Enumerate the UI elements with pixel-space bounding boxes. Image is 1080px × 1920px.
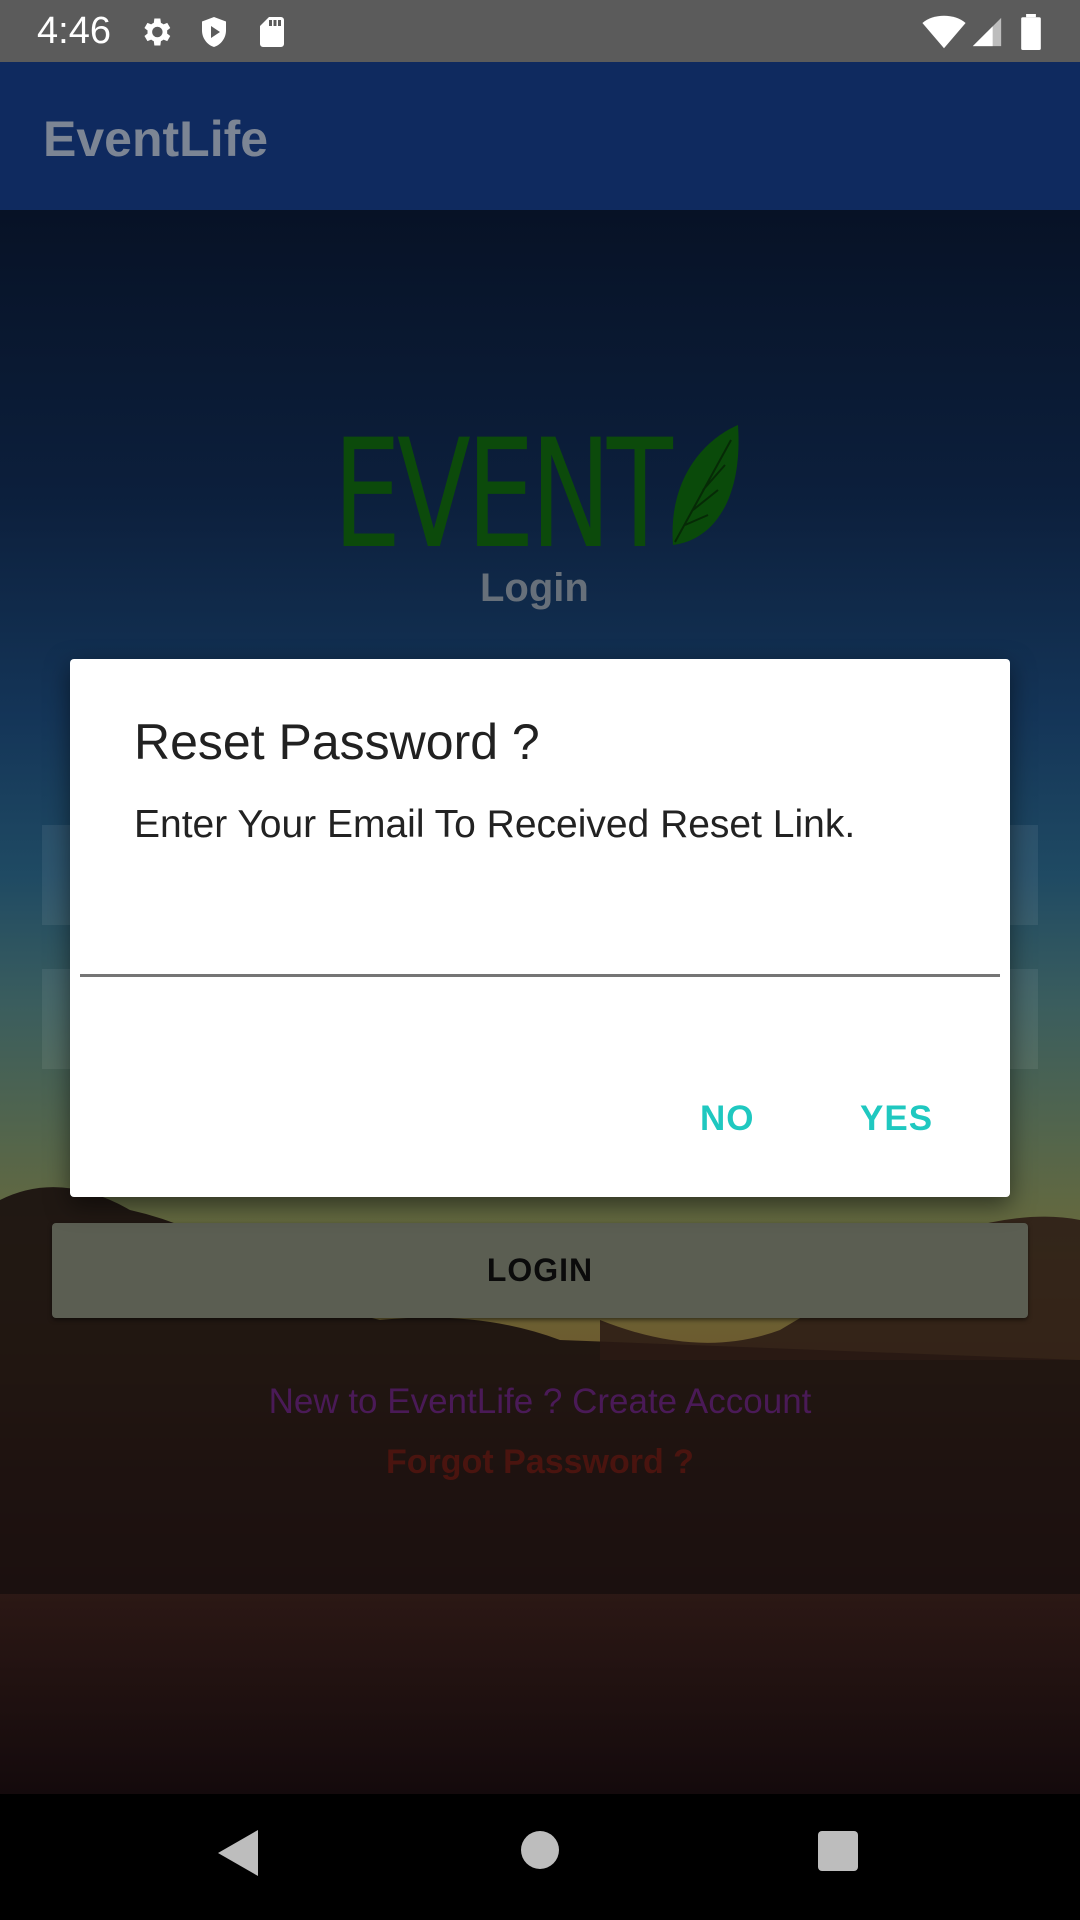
sd-card-icon: [254, 14, 290, 50]
gear-icon: [138, 14, 174, 50]
yes-button[interactable]: YES: [860, 1099, 933, 1139]
login-button[interactable]: LOGIN: [52, 1223, 1028, 1318]
status-bar: 4:46: [0, 0, 1080, 62]
create-account-link[interactable]: New to EventLife ? Create Account: [0, 1382, 1080, 1422]
reset-password-dialog: Reset Password ? Enter Your Email To Rec…: [70, 659, 1010, 1197]
dialog-message: Enter Your Email To Received Reset Link.: [134, 803, 856, 846]
recents-icon[interactable]: [818, 1831, 858, 1871]
home-icon[interactable]: [521, 1831, 559, 1869]
wifi-icon: [922, 14, 966, 50]
status-time: 4:46: [37, 10, 111, 52]
login-heading: Login: [480, 566, 589, 610]
forgot-password-link[interactable]: Forgot Password ?: [0, 1443, 1080, 1482]
back-icon[interactable]: [218, 1830, 258, 1881]
signal-icon: [970, 14, 1006, 50]
shield-icon: [196, 14, 232, 50]
no-button[interactable]: NO: [700, 1099, 755, 1139]
app-bar: EventLife: [0, 62, 1080, 210]
email-input[interactable]: [80, 869, 1000, 977]
app-title: EventLife: [43, 111, 269, 167]
leaf-icon: [672, 425, 739, 545]
battery-icon: [1020, 14, 1042, 50]
dialog-title: Reset Password ?: [134, 714, 540, 770]
navigation-bar: [0, 1794, 1080, 1920]
